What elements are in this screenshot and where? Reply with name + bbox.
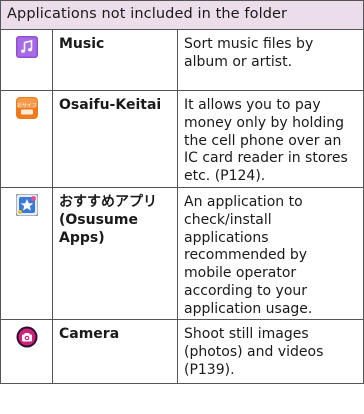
svg-text:おサイフ: おサイフ: [16, 102, 36, 109]
camera-app-icon: [16, 326, 37, 348]
music-app-icon: [15, 36, 38, 58]
app-name: Music: [53, 30, 178, 90]
icon-cell: [1, 188, 53, 319]
table-header: Applications not included in the folder: [1, 1, 364, 30]
table-row: Music Sort music files by album or artis…: [1, 30, 364, 91]
osaifu-keitai-app-icon: おサイフ: [15, 97, 38, 119]
table-row: おサイフ Osaifu-Keitai It allows you to pay …: [1, 91, 364, 188]
app-description: An application to check/install applicat…: [178, 188, 364, 319]
icon-cell: おサイフ: [1, 91, 53, 187]
app-name: Camera: [53, 320, 178, 383]
app-name: Osaifu-Keitai: [53, 91, 178, 187]
app-name: おすすめアプリ(Osusume Apps): [53, 188, 178, 319]
icon-cell: [1, 30, 53, 90]
apps-table: Applications not included in the folder …: [0, 0, 364, 384]
app-description: Sort music files by album or artist.: [178, 30, 364, 90]
table-row: Camera Shoot still images (photos) and v…: [1, 320, 364, 384]
table-row: おすすめアプリ(Osusume Apps) An application to …: [1, 188, 364, 320]
app-description: It allows you to pay money only by holdi…: [178, 91, 364, 187]
osusume-apps-icon: [15, 194, 38, 216]
icon-cell: [1, 320, 53, 383]
app-description: Shoot still images (photos) and videos (…: [178, 320, 364, 383]
